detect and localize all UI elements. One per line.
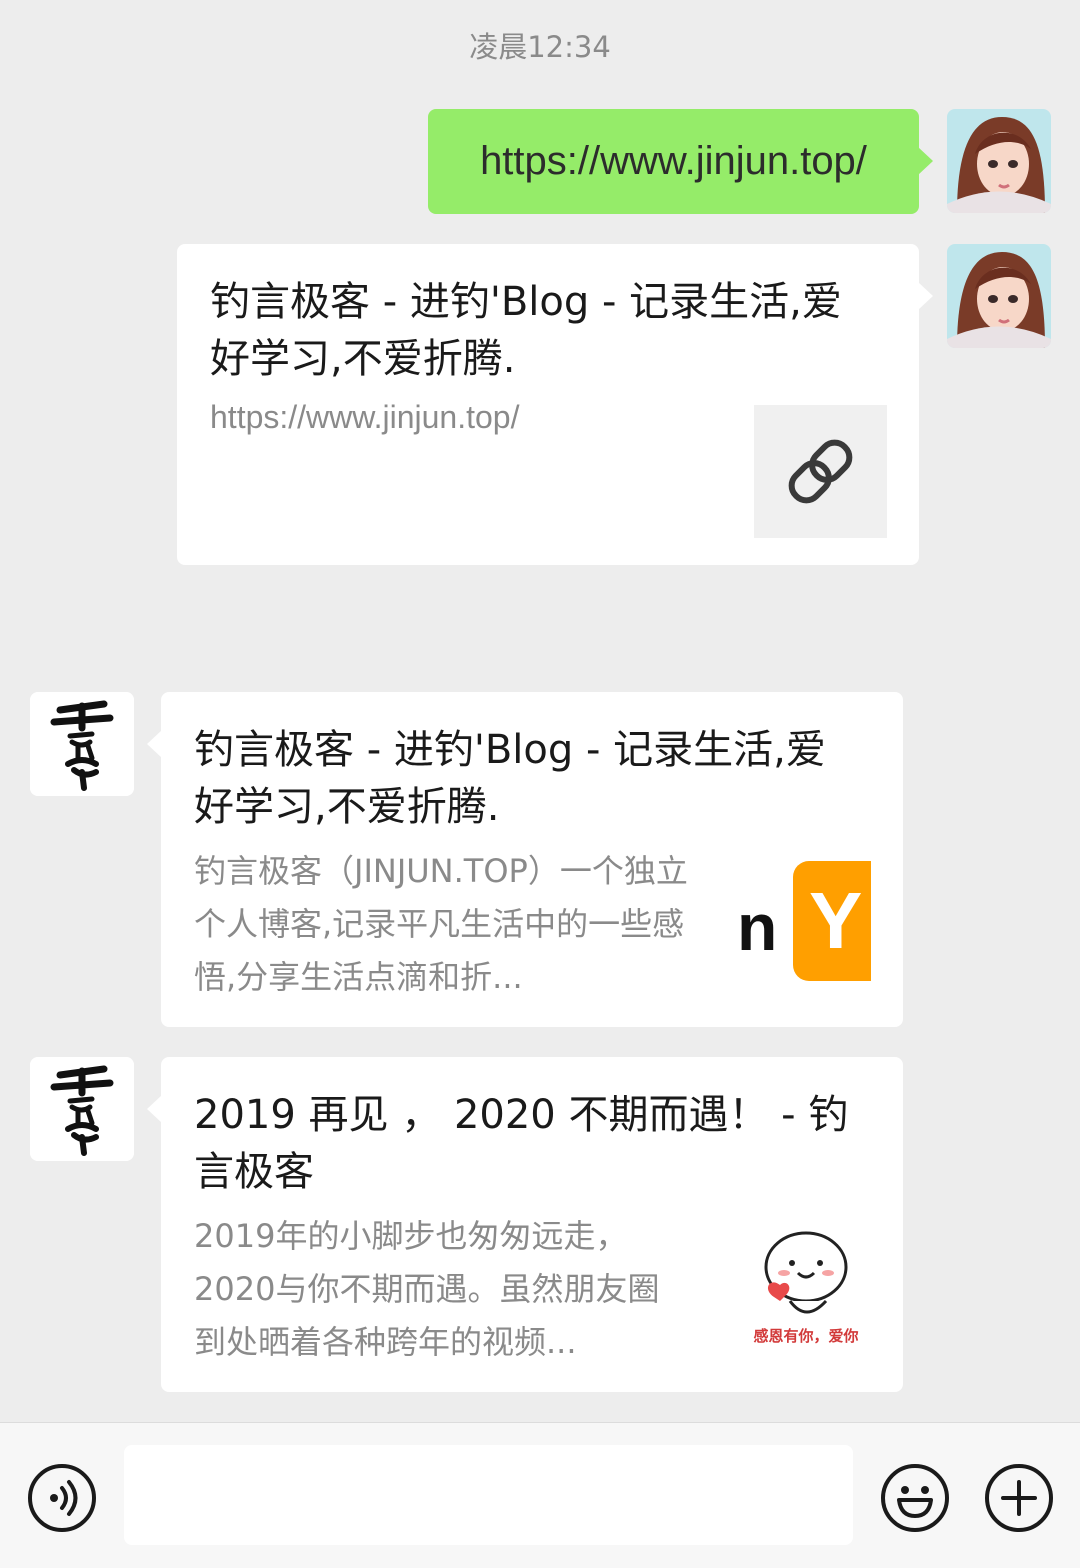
voice-icon xyxy=(50,1480,78,1516)
link-thumbnail xyxy=(754,405,887,538)
contact-avatar[interactable] xyxy=(30,692,134,796)
link-thumbnail: n Y xyxy=(737,859,871,983)
link-card-description: 钓言极客（JINJUN.TOP）一个独立个人博客,记录平凡生活中的一些感悟,分享… xyxy=(194,852,688,996)
received-link-card[interactable]: 2019 再见 ， 2020 不期而遇！ - 钓言极客 2019年的小脚步也匆匆… xyxy=(147,1057,903,1392)
sent-text-bubble[interactable]: https://www.jinjun.top/ xyxy=(428,109,933,214)
chat-input-bar xyxy=(0,1422,1080,1568)
link-card-title: 2019 再见 ， 2020 不期而遇！ - 钓言极客 xyxy=(194,1092,849,1195)
sticker-caption: 感恩有你，爱你 xyxy=(753,1327,859,1345)
cartoon-sticker-image xyxy=(764,1231,848,1314)
emoji-icon xyxy=(897,1486,933,1518)
thumb-letter-n: n xyxy=(737,890,778,964)
message-input[interactable] xyxy=(124,1445,853,1545)
calligraphy-avatar-image xyxy=(30,1057,134,1161)
thumb-letter-y: Y xyxy=(793,861,871,981)
plus-icon xyxy=(1001,1480,1037,1516)
self-avatar[interactable] xyxy=(947,244,1051,348)
emoji-button[interactable] xyxy=(881,1464,949,1532)
calligraphy-avatar-image xyxy=(30,692,134,796)
link-card-description: 2019年的小脚步也匆匆远走，2020与你不期而遇。虽然朋友圈到处晒着各种跨年的… xyxy=(194,1217,660,1361)
sent-link-card[interactable]: 钓言极客 - 进钓'Blog - 记录生活,爱好学习,不爱折腾. https:/… xyxy=(177,244,933,565)
link-thumbnail: 感恩有你，爱你 xyxy=(746,1227,866,1351)
link-card-title: 钓言极客 - 进钓'Blog - 记录生活,爱好学习,不爱折腾. xyxy=(194,727,826,830)
link-icon xyxy=(788,439,853,504)
link-card-url: https://www.jinjun.top/ xyxy=(210,399,520,435)
self-avatar-image xyxy=(947,244,1051,348)
self-avatar[interactable] xyxy=(947,109,1051,213)
self-avatar-image xyxy=(947,109,1051,213)
contact-avatar[interactable] xyxy=(30,1057,134,1161)
link-card-title: 钓言极客 - 进钓'Blog - 记录生活,爱好学习,不爱折腾. xyxy=(210,279,842,382)
more-button[interactable] xyxy=(985,1464,1053,1532)
message-timestamp: 凌晨12:34 xyxy=(469,30,611,64)
voice-button[interactable] xyxy=(28,1464,96,1532)
received-link-card[interactable]: 钓言极客 - 进钓'Blog - 记录生活,爱好学习,不爱折腾. 钓言极客（JI… xyxy=(147,692,903,1027)
